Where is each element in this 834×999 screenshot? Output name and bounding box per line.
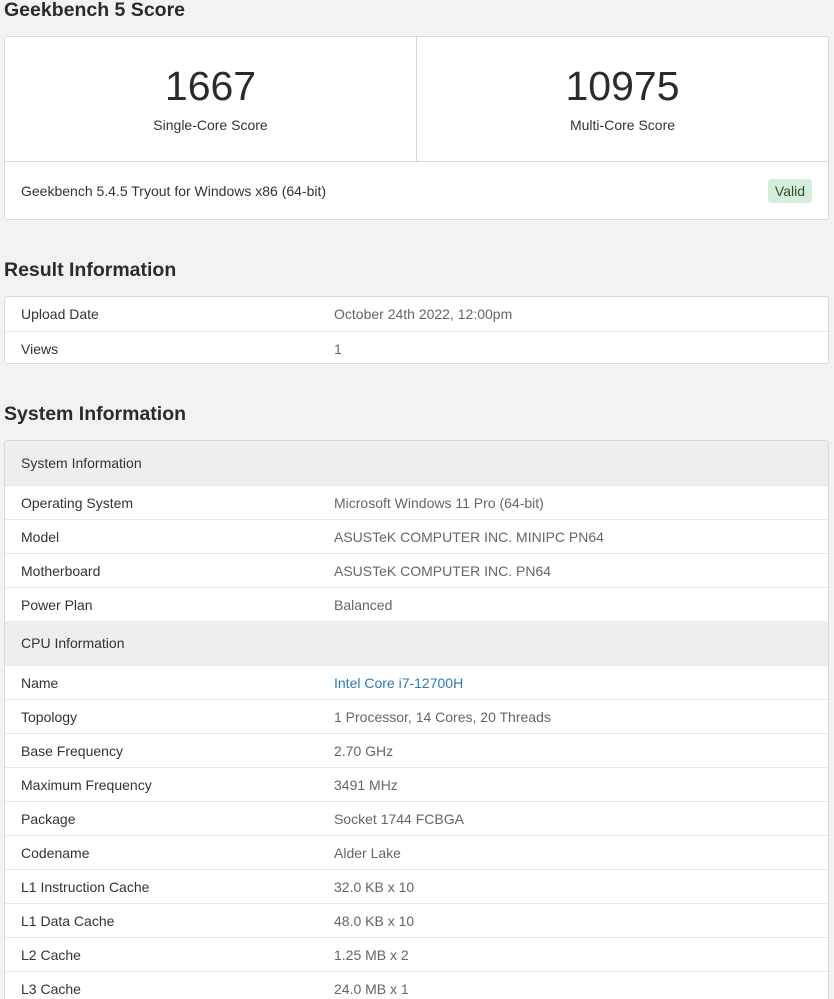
score-section-title: Geekbench 5 Score — [4, 0, 186, 21]
table-row: Topology 1 Processor, 14 Cores, 20 Threa… — [5, 699, 828, 733]
row-key: Package — [21, 810, 76, 827]
group-header-cpu: CPU Information — [5, 621, 828, 665]
row-value: 3491 MHz — [334, 776, 398, 793]
row-key: Upload Date — [21, 306, 99, 322]
system-info-table: System Information Operating System Micr… — [4, 440, 829, 999]
row-key: Name — [21, 674, 59, 691]
row-key: Views — [21, 340, 59, 357]
row-key: L1 Data Cache — [21, 912, 115, 929]
row-value: Balanced — [334, 596, 393, 613]
row-value: 1 — [334, 340, 342, 357]
row-key: Model — [21, 528, 60, 545]
cpu-name-link[interactable]: Intel Core i7-12700H — [334, 675, 828, 691]
multi-core-score-cell: 10975 Multi-Core Score — [416, 37, 828, 161]
row-value: 24.0 MB x 1 — [334, 980, 409, 997]
table-row: Codename Alder Lake — [5, 835, 828, 869]
group-header-system: System Information — [5, 441, 828, 485]
table-row: Base Frequency 2.70 GHz — [5, 733, 828, 767]
result-info-table: Upload Date October 24th 2022, 12:00pm V… — [4, 296, 829, 364]
row-key: L2 Cache — [21, 946, 81, 963]
row-value: 32.0 KB x 10 — [334, 878, 415, 895]
table-row: Views 1 — [5, 331, 828, 363]
row-key: Power Plan — [21, 596, 93, 613]
row-value: Alder Lake — [334, 844, 401, 861]
row-value: 1.25 MB x 2 — [334, 946, 409, 963]
valid-badge: Valid — [767, 178, 812, 203]
row-key: Maximum Frequency — [21, 776, 152, 793]
row-key: L3 Cache — [21, 980, 81, 997]
row-value: 1 Processor, 14 Cores, 20 Threads — [334, 708, 551, 725]
row-key: L1 Instruction Cache — [21, 878, 150, 895]
table-row: L2 Cache 1.25 MB x 2 — [5, 937, 828, 971]
single-core-score-value: 1667 — [164, 63, 257, 109]
row-value: 2.70 GHz — [334, 742, 394, 759]
version-text: Geekbench 5.4.5 Tryout for Windows x86 (… — [21, 182, 327, 199]
multi-core-score-value: 10975 — [565, 63, 680, 109]
row-key: Base Frequency — [21, 742, 123, 759]
table-row: Motherboard ASUSTeK COMPUTER INC. PN64 — [5, 553, 828, 587]
table-row: Upload Date October 24th 2022, 12:00pm — [5, 297, 828, 331]
row-value: ASUSTeK COMPUTER INC. MINIPC PN64 — [334, 528, 604, 545]
row-value: October 24th 2022, 12:00pm — [334, 306, 513, 322]
row-value: Socket 1744 FCBGA — [334, 810, 464, 827]
row-key: Operating System — [21, 494, 134, 511]
table-row: Name Intel Core i7-12700H — [5, 665, 828, 699]
single-core-score-cell: 1667 Single-Core Score — [5, 37, 416, 161]
table-row: Maximum Frequency 3491 MHz — [5, 767, 828, 801]
table-row: L1 Instruction Cache 32.0 KB x 10 — [5, 869, 828, 903]
table-row: Power Plan Balanced — [5, 587, 828, 621]
table-row: Model ASUSTeK COMPUTER INC. MINIPC PN64 — [5, 519, 828, 553]
row-key: Motherboard — [21, 562, 101, 579]
page: Geekbench 5 Score 1667 Single-Core Score… — [0, 0, 834, 999]
result-section-title: Result Information — [4, 259, 177, 281]
score-footer: Geekbench 5.4.5 Tryout for Windows x86 (… — [5, 162, 828, 219]
row-key: Topology — [21, 708, 78, 725]
table-row: L1 Data Cache 48.0 KB x 10 — [5, 903, 828, 937]
single-core-score-label: Single-Core Score — [153, 117, 268, 133]
row-value: ASUSTeK COMPUTER INC. PN64 — [334, 562, 552, 579]
row-value: Microsoft Windows 11 Pro (64-bit) — [334, 494, 544, 511]
score-row: 1667 Single-Core Score 10975 Multi-Core … — [5, 37, 828, 162]
table-row: Operating System Microsoft Windows 11 Pr… — [5, 485, 828, 519]
row-key: Codename — [21, 844, 90, 861]
system-section-title: System Information — [4, 403, 187, 425]
row-value: 48.0 KB x 10 — [334, 912, 415, 929]
table-row: Package Socket 1744 FCBGA — [5, 801, 828, 835]
table-row: L3 Cache 24.0 MB x 1 — [5, 971, 828, 999]
score-card: 1667 Single-Core Score 10975 Multi-Core … — [4, 36, 829, 220]
multi-core-score-label: Multi-Core Score — [569, 117, 676, 133]
